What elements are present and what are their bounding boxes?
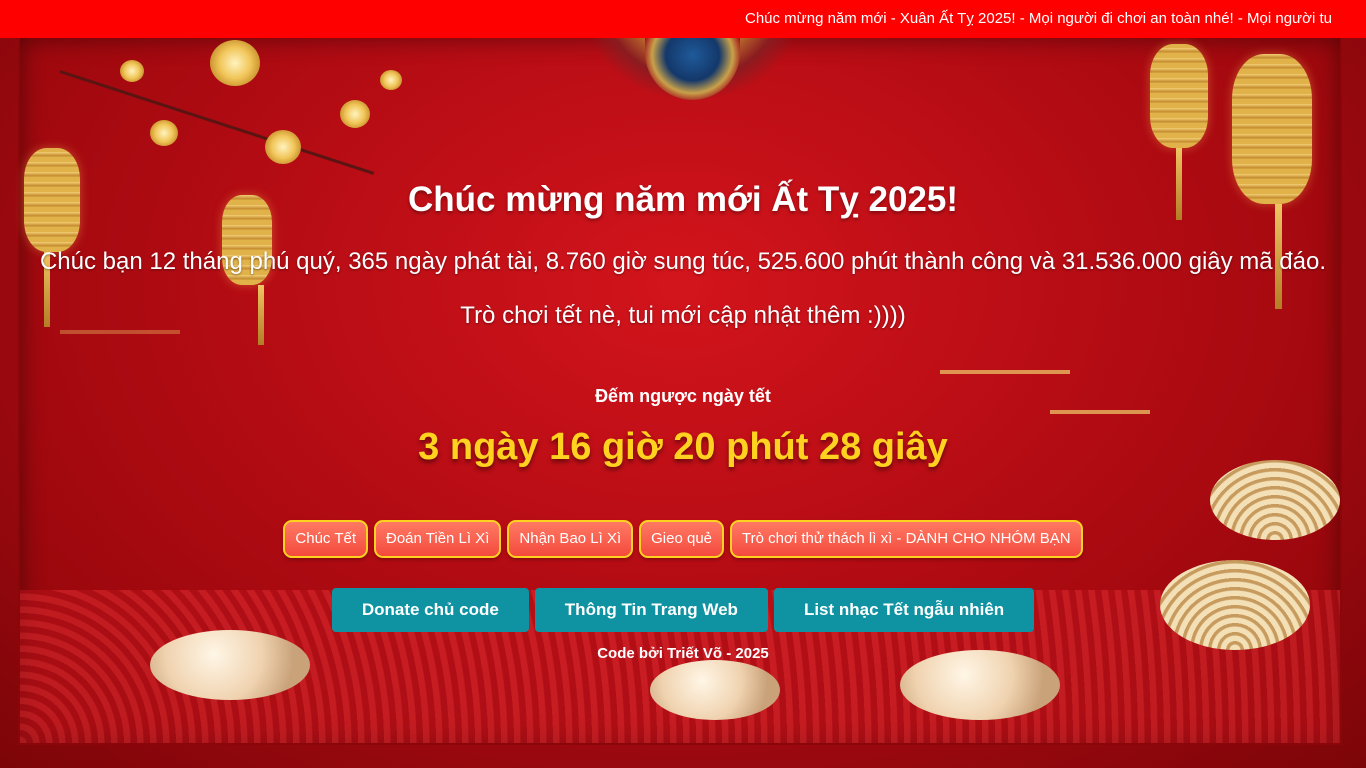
- receive-lucky-envelope-button[interactable]: Nhận Bao Lì Xì: [507, 520, 634, 558]
- countdown-timer: 3 ngày 16 giờ 20 phút 28 giây: [418, 426, 948, 468]
- action-buttons: Donate chủ code Thông Tin Trang Web List…: [0, 588, 1366, 632]
- main-content: Chúc mừng năm mới Ất Tỵ 2025! Chúc bạn 1…: [0, 0, 1366, 768]
- game-update-note: Trò chơi tết nè, tui mới cập nhật thêm :…: [460, 302, 906, 329]
- random-music-button[interactable]: List nhạc Tết ngẫu nhiên: [773, 588, 1035, 632]
- footer-credit: Code bởi Triết Võ - 2025: [597, 645, 769, 662]
- marquee-text: Chúc mừng năm mới - Xuân Ất Tỵ 2025! - M…: [745, 10, 1332, 27]
- guess-lucky-money-button[interactable]: Đoán Tiền Lì Xì: [374, 520, 502, 558]
- group-challenge-button[interactable]: Trò chơi thử thách lì xì - DÀNH CHO NHÓM…: [730, 520, 1083, 558]
- new-year-wish: Chúc bạn 12 tháng phú quý, 365 ngày phát…: [39, 248, 1327, 275]
- page-title: Chúc mừng năm mới Ất Tỵ 2025!: [407, 180, 959, 219]
- fortune-draw-button[interactable]: Gieo quẻ: [639, 520, 725, 558]
- website-info-button[interactable]: Thông Tin Trang Web: [534, 588, 768, 632]
- donate-button[interactable]: Donate chủ code: [331, 588, 529, 632]
- marquee-bar: Chúc mừng năm mới - Xuân Ất Tỵ 2025! - M…: [0, 0, 1366, 38]
- game-buttons: Chúc Tết Đoán Tiền Lì Xì Nhận Bao Lì Xì …: [0, 520, 1366, 558]
- countdown-label: Đếm ngược ngày tết: [595, 386, 771, 406]
- chuc-tet-button[interactable]: Chúc Tết: [283, 520, 368, 558]
